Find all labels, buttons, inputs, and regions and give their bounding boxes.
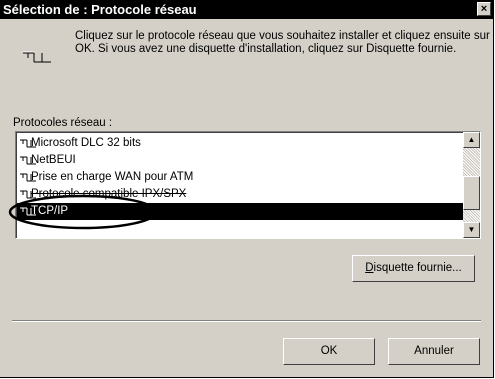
arrow-up-icon: ▲: [467, 135, 476, 144]
protocol-selection-dialog: Sélection de : Protocole réseau × Clique…: [0, 0, 494, 378]
protocol-listbox[interactable]: Microsoft DLC 32 bits NetBEUI Prise en cha…: [15, 131, 481, 239]
instructions-text: Cliquez sur le protocole réseau que vous…: [75, 30, 490, 55]
scrollbar-thumb[interactable]: [463, 176, 480, 210]
protocol-label: Protocole compatible IPX/SPX: [31, 188, 187, 200]
title-bar[interactable]: Sélection de : Protocole réseau ×: [0, 0, 493, 19]
protocol-list-item[interactable]: TCP/IP: [17, 203, 463, 220]
separator: [12, 320, 481, 322]
protocol-label: NetBEUI: [31, 154, 76, 166]
have-disk-accel: D: [365, 262, 374, 274]
protocol-list: Microsoft DLC 32 bits NetBEUI Prise en cha…: [16, 132, 463, 238]
protocol-label: TCP/IP: [31, 205, 69, 217]
protocols-label: Protocoles réseau :: [13, 117, 113, 129]
vertical-scrollbar[interactable]: ▲ ▼: [463, 132, 480, 238]
arrow-down-icon: ▼: [467, 225, 476, 234]
protocol-label: Microsoft DLC 32 bits: [31, 137, 141, 149]
have-disk-label: isquette fournie...: [373, 262, 462, 274]
scroll-down-button[interactable]: ▼: [463, 222, 480, 238]
protocol-list-item[interactable]: Protocole compatible IPX/SPX: [17, 186, 463, 203]
protocol-list-item[interactable]: NetBEUI: [17, 152, 463, 169]
protocol-list-item[interactable]: Prise en charge WAN pour ATM: [17, 169, 463, 186]
close-button[interactable]: ×: [477, 2, 491, 16]
cancel-button[interactable]: Annuler: [388, 338, 480, 365]
protocol-list-item[interactable]: Microsoft DLC 32 bits: [17, 135, 463, 152]
network-protocol-icon: [23, 51, 51, 63]
ok-button[interactable]: OK: [283, 338, 375, 365]
close-icon: ×: [480, 3, 488, 15]
scroll-up-button[interactable]: ▲: [463, 132, 480, 148]
have-disk-button[interactable]: Disquette fournie...: [352, 255, 475, 282]
dialog-title: Sélection de : Protocole réseau: [3, 2, 197, 17]
protocol-label: Prise en charge WAN pour ATM: [31, 171, 194, 183]
